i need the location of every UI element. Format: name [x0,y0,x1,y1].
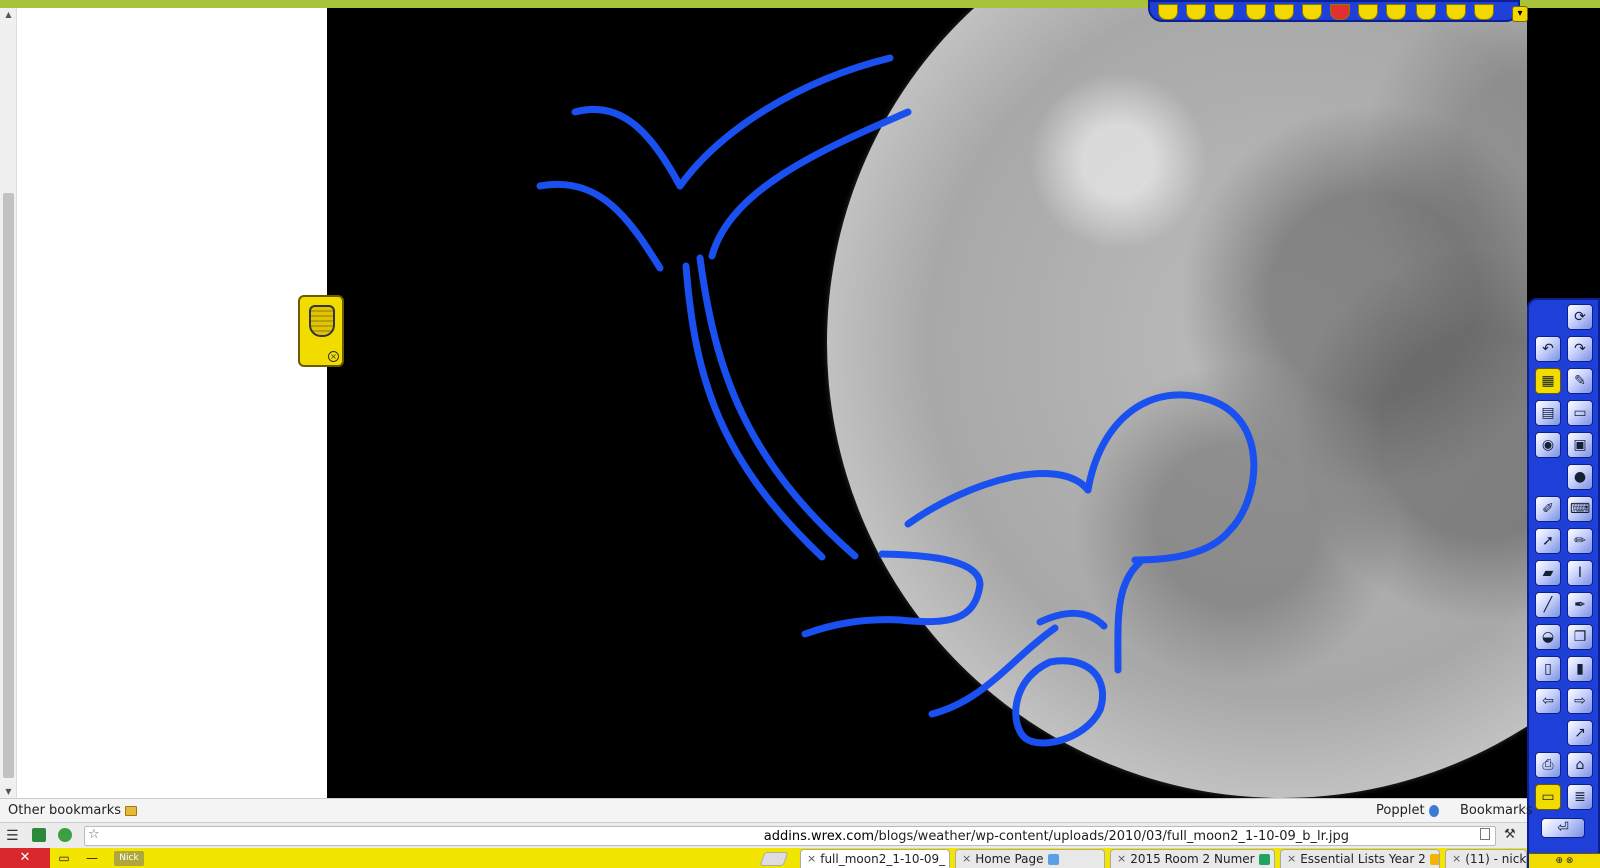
page-icon [949,854,950,865]
tool-shape-icon[interactable] [1274,4,1294,20]
page-icon [1480,828,1490,840]
menu-icon[interactable]: ☰ [6,828,19,844]
tool-pen-icon[interactable] [1158,4,1178,20]
drive-icon [1429,853,1439,865]
screen-icon[interactable]: ▭ [1567,400,1593,426]
toolbar-bottom-controls[interactable]: ⊕ ⊗ [1529,853,1600,868]
tab-full-moon[interactable]: × full_moon2_1-10-09_ [800,849,950,868]
back-icon[interactable]: ⇦ [1535,688,1561,714]
chart-icon[interactable]: ↗ [1567,720,1593,746]
grid-icon[interactable]: ▦ [1535,368,1561,394]
window-minimize-button[interactable]: — [78,848,106,868]
arrow-icon[interactable]: ➚ [1535,528,1561,554]
tab-close-icon[interactable]: × [962,850,971,868]
page-icon[interactable]: ▯ [1535,656,1561,682]
wrench-icon[interactable]: ⚒ [1504,827,1516,842]
bookmark-poplet[interactable]: Popplet [1376,803,1439,818]
other-bookmarks[interactable]: Other bookmarks [8,803,138,818]
moon-image [827,8,1527,798]
right-toolbar: ⟳ ↶ ↷ ▦ ✎ ▤ ▭ ◉ ▣ ● ✐ ⌨ ➚ ✏ ▰ I ╱ ✒ ◒ ❐ … [1527,298,1600,868]
eraser-icon[interactable]: ▰ [1535,560,1561,586]
highlighter-icon[interactable]: ✏ [1567,528,1593,554]
poplet-icon [1428,804,1439,817]
tool-fill-icon[interactable] [1416,4,1436,20]
widget-close-icon[interactable]: × [328,351,339,362]
tab-room-2[interactable]: × 2015 Room 2 Numer [1110,849,1275,868]
extension-green-icon[interactable] [58,828,72,842]
address-path: /blogs/weather/wp-content/uploads/2010/0… [874,829,1349,844]
tab-home-page[interactable]: × Home Page [955,849,1105,868]
tool-crayon-icon[interactable] [1386,4,1406,20]
tool-red-pen-icon[interactable] [1330,4,1350,20]
camera-icon[interactable]: ◉ [1535,432,1561,458]
keyboard-icon[interactable]: ⌨ [1567,496,1593,522]
tool-highlighter-icon[interactable] [1186,4,1206,20]
list-icon[interactable]: ≣ [1567,784,1593,810]
tool-marker-icon[interactable] [1214,4,1234,20]
tab-label: Essential Lists Year 2 [1300,852,1426,866]
window-restore-button[interactable]: ▭ [50,848,78,868]
pages-icon[interactable]: ❐ [1567,624,1593,650]
tool-circle-icon[interactable] [1474,4,1494,20]
address-host: addins.wrex.com [763,829,875,844]
toolbox-icon[interactable]: ▣ [1567,432,1593,458]
tab-label: (11) - nick.gra [1465,852,1527,866]
screen: ▲ ▼ × ▾ ⟳ ↶ ↷ ▦ ✎ ▤ ▭ ◉ ▣ ● ✐ ⌨ ➚ ✏ ▰ I … [0,0,1600,868]
forward-icon[interactable]: ⇨ [1567,688,1593,714]
ball-icon[interactable]: ● [1567,464,1593,490]
tab-close-icon[interactable]: × [807,850,816,868]
address-text: addins.wrex.com/blogs/weather/wp-content… [764,829,1349,844]
tab-label: full_moon2_1-10-09_ [820,852,946,866]
sheets-icon [1258,853,1270,865]
save-icon[interactable]: ⌂ [1567,752,1593,778]
thimble-icon [309,305,335,337]
scroll-up-arrow-icon[interactable]: ▲ [3,10,14,19]
scroll-thumb[interactable] [3,193,14,778]
left-blank-pane [17,8,327,798]
user-badge[interactable]: Nick [114,851,144,866]
bookmarks-label[interactable]: Bookmarks [1460,803,1533,818]
brush-icon[interactable]: ✒ [1567,592,1593,618]
tab-close-icon[interactable]: × [1117,850,1126,868]
address-bar-row: ☰ addins.wrex.com/blogs/weather/wp-conte… [0,822,1527,848]
text-icon[interactable]: I [1567,560,1593,586]
tool-pencil-icon[interactable] [1358,4,1378,20]
top-toolbar [1148,0,1520,22]
tab-label: Home Page [975,852,1044,866]
poplet-label: Popplet [1376,803,1425,818]
tab-close-icon[interactable]: × [1452,850,1461,868]
tool-brush-icon[interactable] [1302,4,1322,20]
line-icon[interactable]: ╱ [1535,592,1561,618]
tool-stamp-icon[interactable] [1446,4,1466,20]
fill-icon[interactable]: ◒ [1535,624,1561,650]
folder-icon [125,805,138,816]
whiteboard-icon[interactable]: ▭ [1535,784,1561,810]
page-copy-icon[interactable]: ▮ [1567,656,1593,682]
scroll-down-arrow-icon[interactable]: ▼ [3,787,14,796]
tab-close-icon[interactable]: × [1287,850,1296,868]
tab-nick[interactable]: × (11) - nick.gra [1445,849,1527,868]
undo-icon[interactable]: ↶ [1535,336,1561,362]
left-scrollbar[interactable]: ▲ ▼ [0,8,17,798]
tool-star-icon[interactable] [1246,4,1266,20]
redo-icon[interactable]: ↷ [1567,336,1593,362]
print-icon[interactable]: ⎙ [1535,752,1561,778]
address-input[interactable]: addins.wrex.com/blogs/weather/wp-content… [84,826,1496,846]
magic-pen-icon[interactable]: ✎ [1567,368,1593,394]
gallery-icon[interactable]: ▤ [1535,400,1561,426]
moon-image-viewer [327,8,1527,798]
window-close-button[interactable]: ✕ [0,848,50,868]
return-icon[interactable]: ⏎ [1541,818,1585,838]
extension-icon[interactable] [32,828,46,842]
tab-essential-lists[interactable]: × Essential Lists Year 2 [1280,849,1440,868]
chevron-down-icon[interactable]: ▾ [1512,6,1528,22]
tab-label: 2015 Room 2 Numer [1130,852,1255,866]
puzzle-icon [1047,853,1059,865]
other-bookmarks-label: Other bookmarks [8,803,122,818]
refresh-icon[interactable]: ⟳ [1567,304,1593,330]
bookmarks-bar: Other bookmarks Popplet Bookmarks [0,798,1533,822]
pen-icon[interactable]: ✐ [1535,496,1561,522]
star-icon[interactable]: ☆ [88,827,100,842]
thimble-widget[interactable]: × [298,295,344,367]
